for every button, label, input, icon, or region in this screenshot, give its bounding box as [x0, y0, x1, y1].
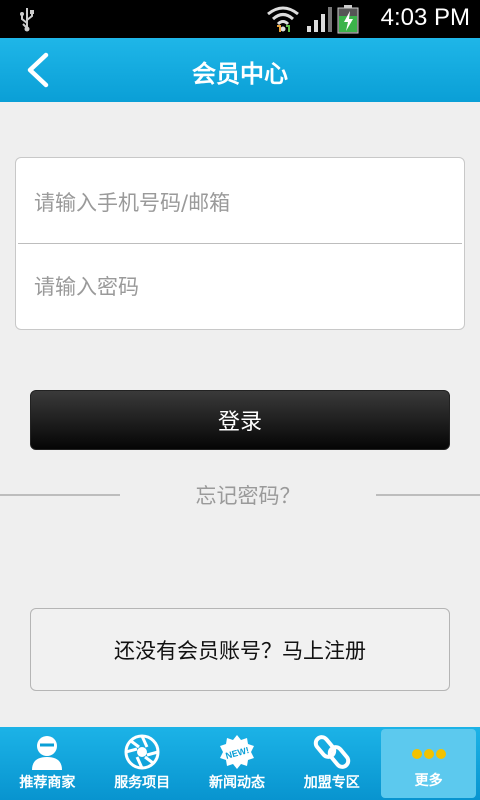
tab-news[interactable]: NEW! 新闻动态 — [190, 727, 285, 800]
user-icon — [32, 736, 63, 770]
wifi-icon — [267, 6, 299, 32]
forgot-password-link[interactable]: 忘记密码？ — [120, 480, 376, 510]
tab-label: 服务项目 — [114, 775, 171, 791]
tab-label: 新闻动态 — [208, 775, 265, 791]
title-bar: 会员中心 — [0, 38, 480, 102]
tab-label: 更多 — [414, 773, 443, 789]
link-icon — [313, 735, 350, 769]
account-input[interactable] — [34, 183, 434, 223]
login-button[interactable]: 登录 — [30, 390, 450, 450]
more-dots-icon — [411, 749, 446, 759]
status-time: 4:03 PM — [380, 4, 470, 31]
divider-left — [0, 494, 120, 496]
register-button[interactable]: 还没有会员账号？马上注册 — [30, 608, 450, 691]
divider-right — [376, 494, 480, 496]
tab-more[interactable]: 更多 — [381, 729, 476, 798]
tab-services[interactable]: 服务项目 — [95, 727, 190, 800]
form-divider — [18, 243, 462, 244]
tab-recommended-merchants[interactable]: 推荐商家 — [0, 727, 95, 800]
tab-label: 推荐商家 — [19, 775, 76, 791]
login-form — [15, 157, 465, 330]
page-title: 会员中心 — [192, 60, 288, 88]
bottom-tab-bar: 推荐商家 服务项目 NEW! 新闻动态 加盟专区 更多 — [0, 727, 480, 800]
usb-icon — [20, 8, 34, 32]
new-badge-icon: NEW! — [219, 735, 254, 769]
tab-franchise[interactable]: 加盟专区 — [284, 727, 379, 800]
battery-charging-icon — [337, 5, 359, 34]
signal-strength-icon — [307, 7, 332, 32]
password-input[interactable] — [34, 267, 434, 307]
camera-shutter-icon — [124, 734, 160, 770]
status-bar: 4:03 PM — [0, 0, 480, 38]
tab-label: 加盟专区 — [303, 775, 360, 791]
